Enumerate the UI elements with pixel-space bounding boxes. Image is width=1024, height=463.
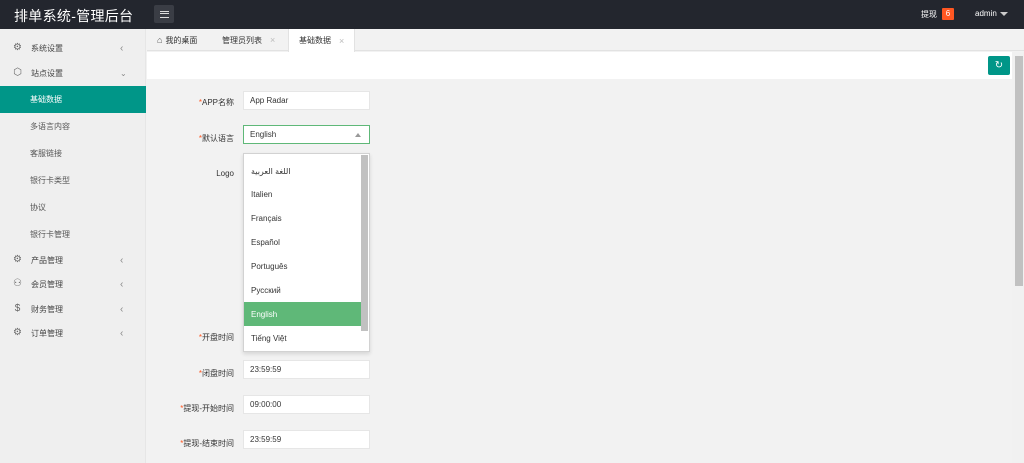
close-icon[interactable]: × [270,35,275,45]
sidebar-subitem-basic-data[interactable]: 基础数据 [0,86,146,113]
page-scrollbar-thumb[interactable] [1015,56,1023,286]
chevron-left-icon: ‹ [120,42,124,54]
user-menu[interactable]: admin [975,9,997,18]
chevron-left-icon: ‹ [120,327,124,339]
language-option[interactable]: Tiếng Việt [244,326,361,350]
language-option[interactable]: Русский [244,278,361,302]
refresh-button[interactable]: ↻ [988,56,1010,75]
sidebar-item-order[interactable]: ⚙ 订单管理 ‹ [0,320,146,346]
product-icon: ⚙ [13,254,22,265]
withdraw-end-label: *提现-结束时间 [180,439,234,448]
menu-toggle-button[interactable] [154,5,174,23]
withdraw-start-label: *提现-开始时间 [180,404,234,413]
sidebar-item-system-settings[interactable]: ⚙ 系统设置 ‹ [0,35,146,61]
chevron-left-icon: ‹ [120,254,124,266]
sidebar-item-product[interactable]: ⚙ 产品管理 ‹ [0,247,146,273]
language-option[interactable]: Español [244,230,361,254]
sidebar-item-finance[interactable]: $ 财务管理 ‹ [0,296,146,322]
sidebar-subitem-support-link[interactable]: 客服链接 [0,140,146,167]
sidebar-subitem-agreement[interactable]: 协议 [0,194,146,221]
language-option[interactable]: Français [244,206,361,230]
sidebar-item-member[interactable]: ⚇ 会员管理 ‹ [0,271,146,297]
withdraw-count-badge[interactable]: 6 [942,8,954,20]
home-icon: ⌂ [157,35,163,45]
tab-admin-list[interactable]: 管理员列表 × [222,29,275,51]
chevron-left-icon: ‹ [120,278,124,290]
chevron-down-icon: ⌄ [120,68,127,78]
content-toolbar: ↻ [147,52,1012,79]
open-time-label: *开盘时间 [198,333,234,342]
sidebar: ⚙ 系统设置 ‹ ⬡ 站点设置 ⌄ 基础数据 多语言内容 客服链接 银行卡类型 … [0,29,146,463]
language-option-selected[interactable]: English [244,302,361,326]
dropdown-scrollbar[interactable] [361,155,368,331]
default-language-select[interactable]: English [243,125,370,144]
close-time-label: *闭盘时间 [198,369,234,378]
sidebar-subitem-bank-card-manage[interactable]: 银行卡管理 [0,221,146,248]
app-name-label: *APP名称 [198,98,234,107]
user-icon: ⚇ [13,278,22,289]
tab-bar: ⌂ 我的桌面 管理员列表 × 基础数据 × [147,29,1024,52]
tab-my-desktop[interactable]: ⌂ 我的桌面 [157,29,197,51]
gear-icon: ⚙ [13,42,22,53]
menu-icon [159,10,169,18]
close-icon[interactable]: × [339,36,344,46]
top-header: 排单系统-管理后台 提现 6 admin [0,0,1024,29]
default-language-label: *默认语言 [198,134,234,143]
language-option[interactable]: Português [244,254,361,278]
dollar-icon: $ [14,303,21,314]
order-icon: ⚙ [13,327,22,338]
sidebar-subitem-bank-card-type[interactable]: 银行卡类型 [0,167,146,194]
app-name-input[interactable]: App Radar [243,91,370,110]
caret-up-icon [355,133,361,137]
language-option[interactable]: Italien [244,182,361,206]
site-icon: ⬡ [13,67,22,78]
withdraw-link[interactable]: 提现 [921,9,937,20]
sidebar-item-site-settings[interactable]: ⬡ 站点设置 ⌄ [0,60,146,86]
logo-label: Logo [216,169,234,178]
tab-basic-data[interactable]: 基础数据 × [288,29,356,52]
language-dropdown: اللغة العربية Italien Français Español P… [243,153,370,352]
withdraw-end-input[interactable]: 23:59:59 [243,430,370,449]
refresh-icon: ↻ [994,60,1004,71]
withdraw-start-input[interactable]: 09:00:00 [243,395,370,414]
chevron-left-icon: ‹ [120,303,124,315]
caret-down-icon[interactable] [1000,12,1008,16]
sidebar-subitem-multilingual[interactable]: 多语言内容 [0,113,146,140]
language-option[interactable]: اللغة العربية [244,159,361,183]
close-time-input[interactable]: 23:59:59 [243,360,370,379]
app-title: 排单系统-管理后台 [14,8,134,24]
